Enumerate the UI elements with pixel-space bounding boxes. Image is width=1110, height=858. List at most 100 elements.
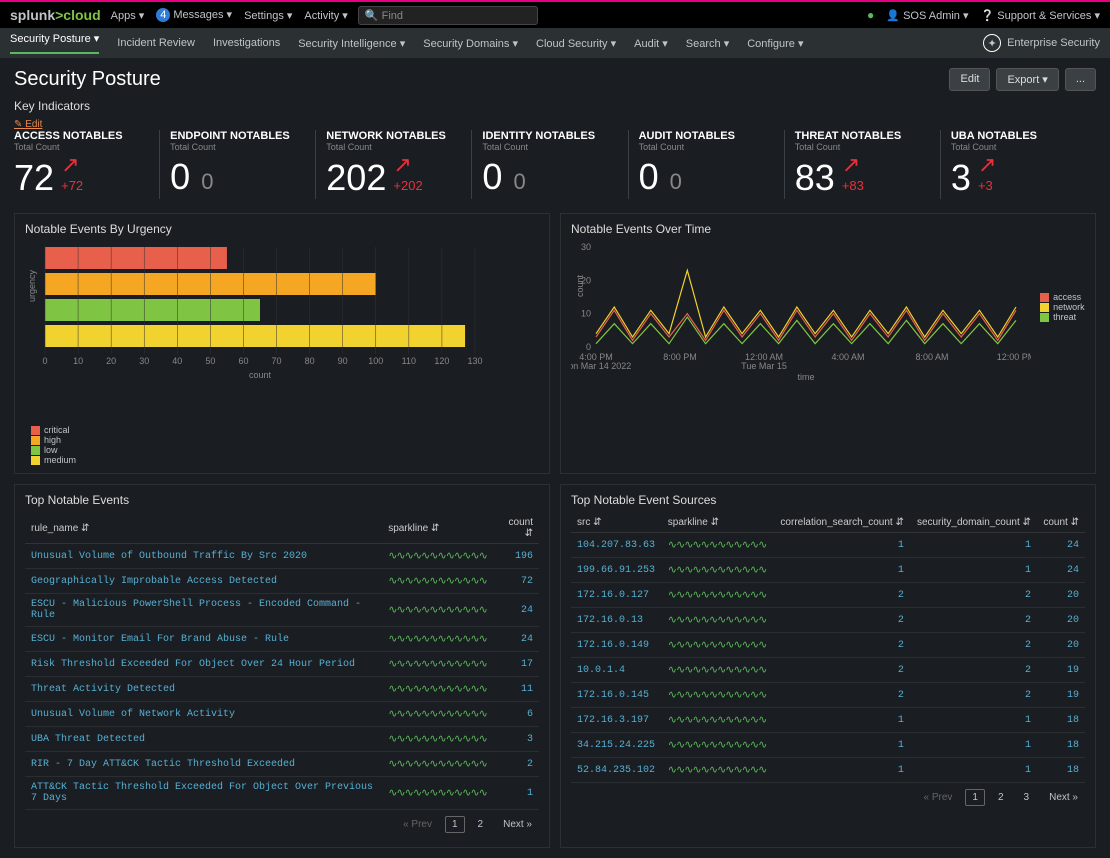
col-spark[interactable]: sparkline ⇵ bbox=[382, 513, 493, 544]
table-row[interactable]: 34.215.24.225∿∿∿∿∿∿∿∿∿∿∿∿1118 bbox=[571, 733, 1085, 758]
nav-audit[interactable]: Audit ▾ bbox=[634, 37, 668, 50]
svg-text:110: 110 bbox=[402, 356, 416, 366]
nav-cloud-security[interactable]: Cloud Security ▾ bbox=[536, 37, 616, 50]
top-menu-settings[interactable]: Settings ▾ bbox=[244, 9, 292, 22]
nav-security-domains[interactable]: Security Domains ▾ bbox=[423, 37, 518, 50]
global-search[interactable]: 🔍 Find bbox=[358, 6, 538, 25]
table-row[interactable]: 172.16.3.197∿∿∿∿∿∿∿∿∿∿∿∿1118 bbox=[571, 708, 1085, 733]
top-menu-activity[interactable]: Activity ▾ bbox=[304, 9, 347, 22]
svg-text:130: 130 bbox=[467, 356, 482, 366]
table-row[interactable]: Unusual Volume of Outbound Traffic By Sr… bbox=[25, 544, 539, 569]
pager-prev[interactable]: « Prev bbox=[396, 816, 439, 833]
health-status-icon[interactable]: ● bbox=[867, 8, 874, 22]
table-row[interactable]: Threat Activity Detected∿∿∿∿∿∿∿∿∿∿∿∿11 bbox=[25, 677, 539, 702]
col-corr[interactable]: correlation_search_count ⇵ bbox=[773, 513, 910, 533]
sources-table: src ⇵ sparkline ⇵ correlation_search_cou… bbox=[571, 513, 1085, 783]
top-menu: Apps ▾ 4 Messages ▾ Settings ▾ Activity ▾ bbox=[111, 8, 348, 22]
pager-page[interactable]: 3 bbox=[1017, 789, 1037, 806]
table-row[interactable]: ESCU - Malicious PowerShell Process - En… bbox=[25, 594, 539, 627]
table-row[interactable]: Geographically Improbable Access Detecte… bbox=[25, 569, 539, 594]
user-menu[interactable]: 👤 SOS Admin ▾ bbox=[886, 9, 968, 22]
pager-next[interactable]: Next » bbox=[1042, 789, 1085, 806]
svg-text:0: 0 bbox=[586, 342, 591, 352]
table-row[interactable]: RIR - 7 Day ATT&CK Tactic Threshold Exce… bbox=[25, 752, 539, 777]
table-row[interactable]: 172.16.0.127∿∿∿∿∿∿∿∿∿∿∿∿2220 bbox=[571, 583, 1085, 608]
table-row[interactable]: 104.207.83.63∿∿∿∿∿∿∿∿∿∿∿∿1124 bbox=[571, 533, 1085, 558]
table-row[interactable]: 172.16.0.13∿∿∿∿∿∿∿∿∿∿∿∿2220 bbox=[571, 608, 1085, 633]
table-row[interactable]: Risk Threshold Exceeded For Object Over … bbox=[25, 652, 539, 677]
table-row[interactable]: UBA Threat Detected∿∿∿∿∿∿∿∿∿∿∿∿3 bbox=[25, 727, 539, 752]
table-row[interactable]: 199.66.91.253∿∿∿∿∿∿∿∿∿∿∿∿1124 bbox=[571, 558, 1085, 583]
svg-text:Tue Mar 15: Tue Mar 15 bbox=[741, 361, 787, 371]
table-row[interactable]: 172.16.0.145∿∿∿∿∿∿∿∿∿∿∿∿2219 bbox=[571, 683, 1085, 708]
app-brand: ✦ Enterprise Security bbox=[983, 34, 1100, 52]
table-row[interactable]: 10.0.1.4∿∿∿∿∿∿∿∿∿∿∿∿2219 bbox=[571, 658, 1085, 683]
events-panel: Top Notable Events rule_name ⇵ sparkline… bbox=[14, 484, 550, 848]
top-menu-messages[interactable]: 4 Messages ▾ bbox=[156, 8, 232, 22]
svg-text:4:00 AM: 4:00 AM bbox=[831, 352, 864, 362]
kpi-card[interactable]: ENDPOINT NOTABLESTotal Count0 0 bbox=[159, 130, 315, 199]
kpi-card[interactable]: AUDIT NOTABLESTotal Count0 0 bbox=[628, 130, 784, 199]
events-title: Top Notable Events bbox=[25, 493, 539, 507]
table-row[interactable]: 52.84.235.102∿∿∿∿∿∿∿∿∿∿∿∿1118 bbox=[571, 758, 1085, 783]
table-row[interactable]: ESCU - Monitor Email For Brand Abuse - R… bbox=[25, 627, 539, 652]
col-count2[interactable]: count ⇵ bbox=[1037, 513, 1085, 533]
kpi-card[interactable]: UBA NOTABLESTotal Count3 ↗+3 bbox=[940, 130, 1096, 199]
kpi-edit-link[interactable]: ✎ Edit bbox=[14, 119, 1096, 130]
key-indicators-heading: Key Indicators bbox=[14, 99, 1096, 113]
top-menu-apps[interactable]: Apps ▾ bbox=[111, 9, 145, 22]
pager-prev[interactable]: « Prev bbox=[917, 789, 960, 806]
nav-security-intelligence[interactable]: Security Intelligence ▾ bbox=[298, 37, 405, 50]
more-button[interactable]: ... bbox=[1065, 68, 1096, 91]
svg-text:100: 100 bbox=[368, 356, 383, 366]
pager-page[interactable]: 1 bbox=[965, 789, 985, 806]
nav-search[interactable]: Search ▾ bbox=[686, 37, 729, 50]
overtime-chart[interactable]: 01020304:00 PMMon Mar 14 20228:00 PM12:0… bbox=[571, 242, 1031, 382]
logo[interactable]: splunk>cloud bbox=[10, 7, 101, 23]
col-count[interactable]: count ⇵ bbox=[493, 513, 539, 544]
table-row[interactable]: 172.16.0.149∿∿∿∿∿∿∿∿∿∿∿∿2220 bbox=[571, 633, 1085, 658]
pager-page[interactable]: 2 bbox=[471, 816, 491, 833]
nav-investigations[interactable]: Investigations bbox=[213, 37, 280, 49]
nav-configure[interactable]: Configure ▾ bbox=[747, 37, 803, 50]
svg-text:30: 30 bbox=[581, 242, 591, 252]
svg-text:120: 120 bbox=[434, 356, 449, 366]
nav-incident-review[interactable]: Incident Review bbox=[117, 37, 195, 49]
col-dom[interactable]: security_domain_count ⇵ bbox=[910, 513, 1037, 533]
svg-text:10: 10 bbox=[581, 309, 591, 319]
kpi-card[interactable]: NETWORK NOTABLESTotal Count202 ↗+202 bbox=[315, 130, 471, 199]
urgency-title: Notable Events By Urgency bbox=[25, 222, 539, 236]
svg-text:0: 0 bbox=[42, 356, 47, 366]
svg-text:8:00 AM: 8:00 AM bbox=[915, 352, 948, 362]
svg-text:80: 80 bbox=[305, 356, 315, 366]
pager-page[interactable]: 1 bbox=[445, 816, 465, 833]
support-menu[interactable]: ❔ Support & Services ▾ bbox=[981, 9, 1101, 22]
svg-text:30: 30 bbox=[139, 356, 149, 366]
col-spark2[interactable]: sparkline ⇵ bbox=[662, 513, 774, 533]
global-topbar: splunk>cloud Apps ▾ 4 Messages ▾ Settings … bbox=[0, 0, 1110, 28]
kpi-row: ACCESS NOTABLESTotal Count72 ↗+72ENDPOIN… bbox=[14, 130, 1096, 199]
svg-text:urgency: urgency bbox=[27, 269, 37, 302]
svg-text:90: 90 bbox=[338, 356, 348, 366]
svg-text:8:00 PM: 8:00 PM bbox=[663, 352, 697, 362]
pager-next[interactable]: Next » bbox=[496, 816, 539, 833]
svg-text:12:00 PM: 12:00 PM bbox=[997, 352, 1031, 362]
table-row[interactable]: ATT&CK Tactic Threshold Exceeded For Obj… bbox=[25, 777, 539, 810]
kpi-card[interactable]: THREAT NOTABLESTotal Count83 ↗+83 bbox=[784, 130, 940, 199]
export-button[interactable]: Export ▾ bbox=[996, 68, 1058, 91]
col-rule[interactable]: rule_name ⇵ bbox=[25, 513, 382, 544]
edit-button[interactable]: Edit bbox=[949, 68, 990, 91]
svg-text:10: 10 bbox=[73, 356, 83, 366]
col-src[interactable]: src ⇵ bbox=[571, 513, 662, 533]
table-row[interactable]: Unusual Volume of Network Activity∿∿∿∿∿∿… bbox=[25, 702, 539, 727]
events-pager: « Prev 12 Next » bbox=[25, 810, 539, 839]
urgency-chart[interactable]: 0102030405060708090100110120130counturge… bbox=[25, 242, 495, 382]
urgency-legend: criticalhighlowmedium bbox=[31, 425, 76, 465]
kpi-card[interactable]: IDENTITY NOTABLESTotal Count0 0 bbox=[471, 130, 627, 199]
events-table: rule_name ⇵ sparkline ⇵ count ⇵ Unusual … bbox=[25, 513, 539, 810]
nav-security-posture[interactable]: Security Posture ▾ bbox=[10, 32, 99, 54]
overtime-legend: accessnetworkthreat bbox=[1040, 292, 1085, 322]
svg-text:count: count bbox=[249, 370, 272, 380]
pager-page[interactable]: 2 bbox=[991, 789, 1011, 806]
kpi-card[interactable]: ACCESS NOTABLESTotal Count72 ↗+72 bbox=[14, 130, 159, 199]
